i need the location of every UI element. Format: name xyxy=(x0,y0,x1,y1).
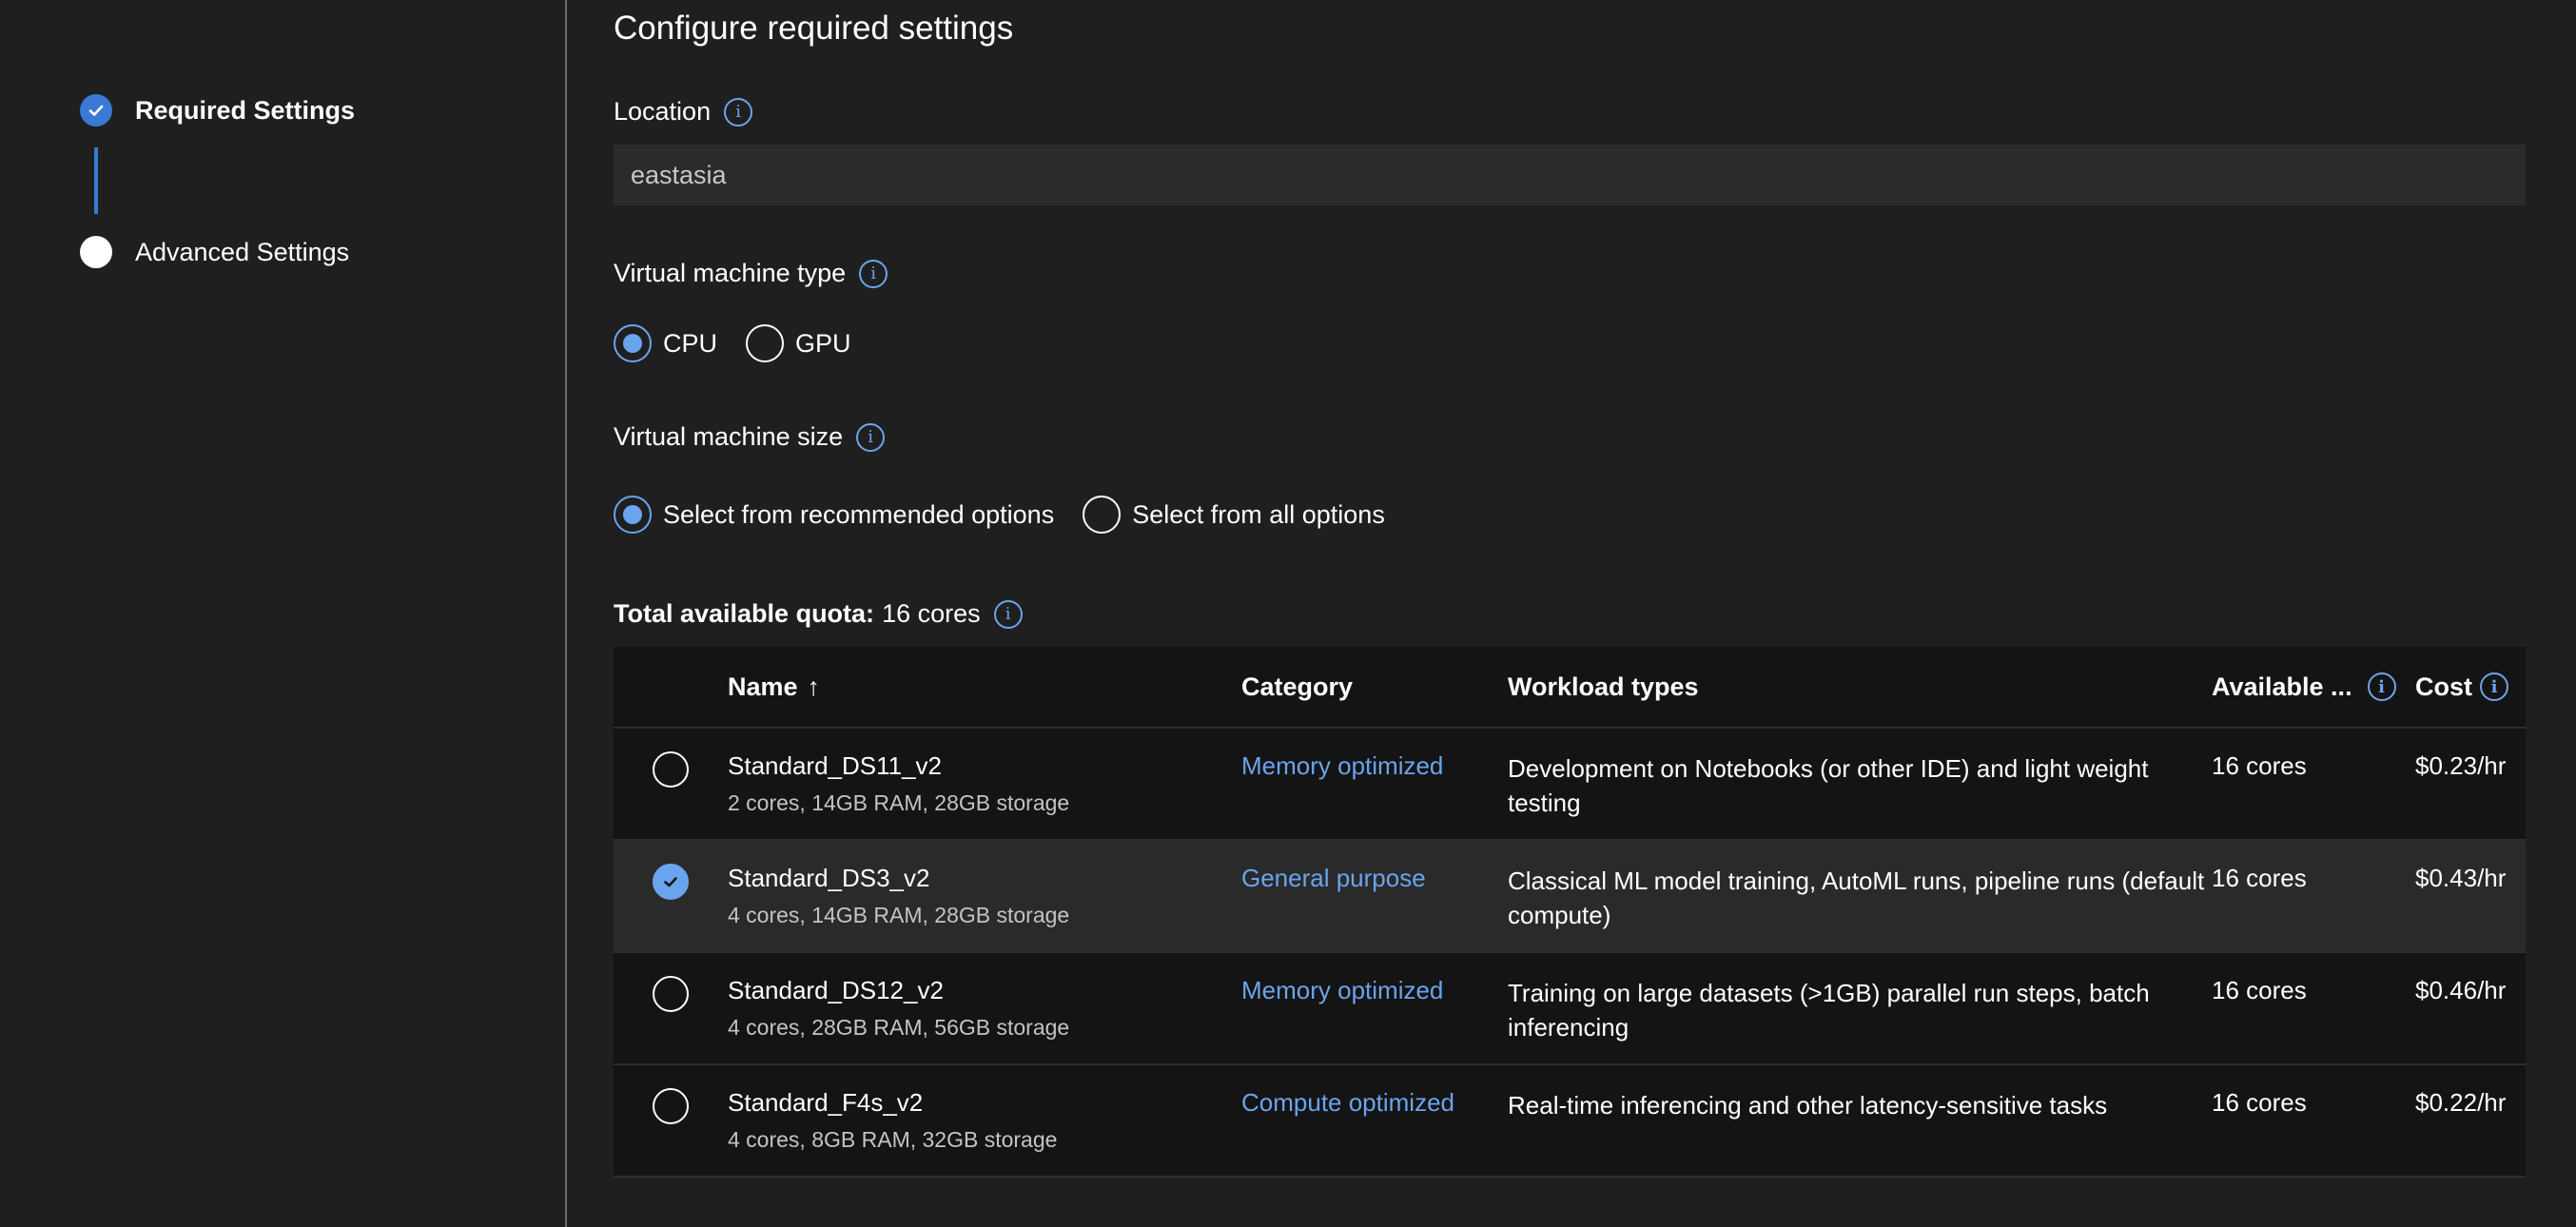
vm-available: 16 cores xyxy=(2212,1088,2307,1117)
vm-size-all-radio[interactable]: Select from all options xyxy=(1083,496,1385,534)
radio-unselected-icon xyxy=(746,324,785,362)
vm-type-info-icon[interactable]: i xyxy=(859,259,888,288)
header-available[interactable]: Available ... i xyxy=(2212,672,2415,702)
vm-available: 16 cores xyxy=(2212,976,2307,1004)
step-label: Advanced Settings xyxy=(135,237,350,266)
header-workload[interactable]: Workload types xyxy=(1508,670,2212,704)
vm-spec: 2 cores, 14GB RAM, 28GB storage xyxy=(728,790,1070,815)
vm-size-label: Virtual machine size xyxy=(614,422,844,451)
table-row[interactable]: Standard_F4s_v2 4 cores, 8GB RAM, 32GB s… xyxy=(614,1065,2526,1178)
location-label: Location xyxy=(614,97,712,126)
vm-type-gpu-radio[interactable]: GPU xyxy=(746,324,851,362)
location-info-icon[interactable]: i xyxy=(724,97,753,127)
vm-category-link[interactable]: Compute optimized xyxy=(1241,1088,1508,1118)
vm-workload: Real-time inferencing and other latency-… xyxy=(1508,1091,2108,1120)
step-pending-dot-icon xyxy=(80,236,112,268)
vm-name: Standard_DS3_v2 xyxy=(728,864,930,892)
radio-label: CPU xyxy=(663,328,718,358)
table-header: Name ↑ Category Workload types Available… xyxy=(614,647,2526,729)
radio-label: Select from recommended options xyxy=(663,499,1055,529)
header-name-label: Name xyxy=(728,672,798,701)
wizard-sidebar: Required Settings Advanced Settings xyxy=(0,0,567,1227)
vm-size-info-icon[interactable]: i xyxy=(856,422,886,452)
radio-label: Select from all options xyxy=(1132,499,1385,529)
location-value: eastasia xyxy=(631,160,727,189)
vm-workload: Classical ML model training, AutoML runs… xyxy=(1508,867,2205,929)
vm-size-label-group: Virtual machine size i xyxy=(614,422,886,452)
table-row[interactable]: Standard_DS11_v2 2 cores, 14GB RAM, 28GB… xyxy=(614,729,2526,841)
header-cost-label: Cost xyxy=(2415,672,2472,701)
main-panel: Configure required settings Location i e… xyxy=(569,0,2576,1227)
location-field[interactable]: eastasia xyxy=(614,145,2526,205)
table-row[interactable]: Standard_DS12_v2 4 cores, 28GB RAM, 56GB… xyxy=(614,953,2526,1065)
step-advanced-settings[interactable]: Advanced Settings xyxy=(80,236,349,268)
vm-cost: $0.46/hr xyxy=(2415,976,2507,1004)
vm-workload: Training on large datasets (>1GB) parall… xyxy=(1508,979,2150,1042)
vm-size-table: Name ↑ Category Workload types Available… xyxy=(614,647,2526,1178)
location-label-group: Location i xyxy=(614,97,753,127)
header-available-label: Available ... xyxy=(2212,672,2352,701)
vm-cost: $0.43/hr xyxy=(2415,864,2507,892)
quota-value: 16 cores xyxy=(882,599,981,628)
vm-category-link[interactable]: General purpose xyxy=(1241,864,1508,893)
step-required-settings[interactable]: Required Settings xyxy=(80,94,355,127)
vm-name: Standard_DS11_v2 xyxy=(728,751,943,780)
vm-workload: Development on Notebooks (or other IDE) … xyxy=(1508,754,2149,817)
vm-available: 16 cores xyxy=(2212,751,2307,780)
vm-name: Standard_DS12_v2 xyxy=(728,976,944,1004)
vm-category-link[interactable]: Memory optimized xyxy=(1241,751,1508,781)
radio-selected-icon xyxy=(614,324,652,362)
table-row[interactable]: Standard_DS3_v2 4 cores, 14GB RAM, 28GB … xyxy=(614,841,2526,953)
quota-summary: Total available quota: 16 cores i xyxy=(614,599,1023,629)
step-complete-check-icon xyxy=(80,94,112,127)
row-selected-check-icon[interactable] xyxy=(653,864,689,900)
vm-cost: $0.22/hr xyxy=(2415,1088,2507,1117)
available-info-icon[interactable]: i xyxy=(2367,672,2396,701)
vm-cost: $0.23/hr xyxy=(2415,751,2507,780)
vm-size-radio-group: Select from recommended options Select f… xyxy=(614,496,1414,534)
vm-type-radio-group: CPU GPU xyxy=(614,324,880,362)
radio-selected-icon xyxy=(614,496,652,534)
vm-type-cpu-radio[interactable]: CPU xyxy=(614,324,717,362)
row-select-radio[interactable] xyxy=(653,1088,689,1124)
vm-type-label: Virtual machine type xyxy=(614,259,847,287)
page-title: Configure required settings xyxy=(614,10,1014,47)
vm-available: 16 cores xyxy=(2212,864,2307,892)
vm-spec: 4 cores, 8GB RAM, 32GB storage xyxy=(728,1127,1058,1152)
row-select-radio[interactable] xyxy=(653,976,689,1012)
step-connector xyxy=(94,147,98,214)
radio-label: GPU xyxy=(795,328,851,358)
cost-info-icon[interactable]: i xyxy=(2480,672,2508,701)
header-name[interactable]: Name ↑ xyxy=(728,672,1241,702)
vm-name: Standard_F4s_v2 xyxy=(728,1088,924,1117)
sort-ascending-icon: ↑ xyxy=(807,672,821,701)
vm-category-link[interactable]: Memory optimized xyxy=(1241,976,1508,1005)
row-select-radio[interactable] xyxy=(653,751,689,788)
vm-spec: 4 cores, 28GB RAM, 56GB storage xyxy=(728,1015,1070,1040)
vm-size-recommended-radio[interactable]: Select from recommended options xyxy=(614,496,1054,534)
header-category[interactable]: Category xyxy=(1241,672,1508,702)
radio-unselected-icon xyxy=(1083,496,1122,534)
header-cost[interactable]: Cost i xyxy=(2415,672,2526,702)
quota-info-icon[interactable]: i xyxy=(993,599,1023,629)
step-label: Required Settings xyxy=(135,95,356,125)
vm-type-label-group: Virtual machine type i xyxy=(614,259,888,288)
quota-label: Total available quota: xyxy=(614,599,875,628)
vm-spec: 4 cores, 14GB RAM, 28GB storage xyxy=(728,903,1070,927)
